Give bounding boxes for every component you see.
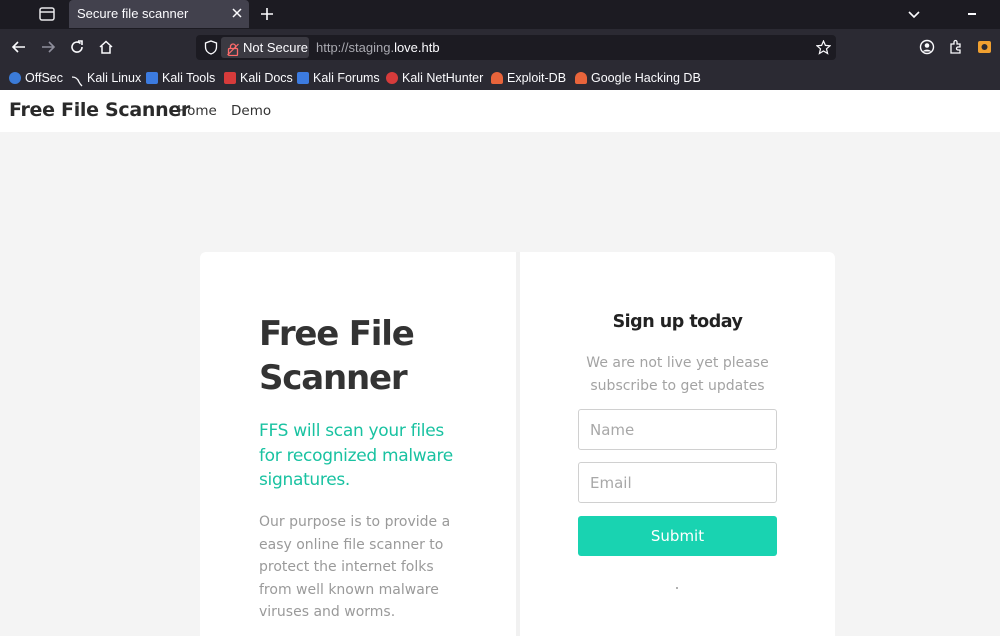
name-input[interactable]: [578, 409, 777, 450]
tab-bar: Secure file scanner: [0, 0, 1000, 29]
tab-title: Secure file scanner: [77, 6, 189, 21]
url-prefix: http://staging.: [316, 40, 395, 55]
browser-tab-active[interactable]: Secure file scanner: [69, 0, 249, 28]
signup-description: We are not live yet please subscribe to …: [586, 355, 769, 394]
bookmark-label: Kali Linux: [87, 71, 142, 85]
tab-list-icon[interactable]: [37, 5, 57, 23]
bookmark-exploit-db[interactable]: Exploit-DB: [491, 69, 566, 87]
nethunter-icon: [386, 72, 398, 84]
url-text[interactable]: http://staging.love.htb: [316, 40, 440, 55]
bookmark-label: Exploit-DB: [507, 71, 567, 85]
back-arrow-icon[interactable]: [10, 38, 28, 56]
bookmark-label: OffSec: [25, 71, 63, 85]
kali-dragon-icon: [71, 72, 83, 87]
reload-icon[interactable]: [68, 38, 86, 56]
signup-card: Free File Scanner FFS will scan your fil…: [200, 252, 835, 636]
forward-arrow-icon[interactable]: [39, 38, 57, 56]
kali-tools-icon: [146, 72, 158, 84]
address-bar[interactable]: Not Secure http://staging.love.htb: [196, 35, 836, 60]
kali-forums-icon: [297, 72, 309, 84]
extensions-icon[interactable]: [947, 38, 965, 56]
insecure-lock-icon: [227, 41, 239, 57]
hero-title: Free File Scanner: [259, 314, 415, 398]
not-secure-label: Not Secure: [243, 40, 309, 55]
nav-link-home[interactable]: Home: [177, 103, 217, 119]
close-icon[interactable]: [229, 5, 245, 21]
navigation-toolbar: Not Secure http://staging.love.htb: [0, 29, 1000, 66]
site-security-indicator[interactable]: Not Secure: [221, 37, 309, 58]
account-icon[interactable]: [918, 38, 936, 56]
bookmark-star-icon[interactable]: [815, 39, 832, 55]
bookmark-google-hacking-db[interactable]: Google Hacking DB: [575, 69, 701, 87]
email-input[interactable]: [578, 462, 777, 503]
site-brand[interactable]: Free File Scanner: [9, 99, 190, 121]
new-tab-plus-icon[interactable]: [258, 5, 276, 23]
bookmark-kali-tools[interactable]: Kali Tools: [146, 69, 215, 87]
tracking-shield-icon[interactable]: [204, 40, 218, 55]
bookmark-kali-nethunter[interactable]: Kali NetHunter: [386, 69, 483, 87]
hero-subtitle: FFS will scan your files for recognized …: [259, 421, 453, 490]
bookmark-label: Kali NetHunter: [402, 71, 484, 85]
offsec-icon: [9, 72, 21, 84]
ghdb-icon: [575, 72, 587, 84]
bookmark-label: Kali Forums: [313, 71, 380, 85]
url-host: love.htb: [394, 40, 440, 55]
home-icon[interactable]: [97, 38, 115, 56]
bookmark-offsec[interactable]: OffSec: [9, 69, 63, 87]
card-divider: [516, 252, 520, 636]
bookmark-label: Google Hacking DB: [591, 71, 701, 85]
signup-title: Sign up today: [612, 312, 743, 332]
exploit-db-icon: [491, 72, 503, 84]
bookmark-kali-forums[interactable]: Kali Forums: [297, 69, 380, 87]
status-dot: [676, 587, 678, 589]
hero-description: Our purpose is to provide a easy online …: [259, 514, 451, 620]
bookmark-kali-docs[interactable]: Kali Docs: [224, 69, 293, 87]
bookmark-label: Kali Docs: [240, 71, 293, 85]
submit-button[interactable]: Submit: [578, 516, 777, 556]
chevron-down-icon[interactable]: [906, 6, 922, 22]
bookmark-label: Kali Tools: [162, 71, 216, 85]
nav-link-demo[interactable]: Demo: [231, 103, 271, 119]
bookmarks-toolbar: OffSec Kali Linux Kali Tools Kali Docs K…: [0, 66, 1000, 90]
site-header: Free File Scanner Home Demo: [0, 90, 1000, 132]
addon-puzzle-icon[interactable]: [976, 38, 994, 56]
minimize-icon[interactable]: [968, 13, 976, 15]
bookmark-kali-linux[interactable]: Kali Linux: [71, 69, 141, 87]
kali-docs-icon: [224, 72, 236, 84]
